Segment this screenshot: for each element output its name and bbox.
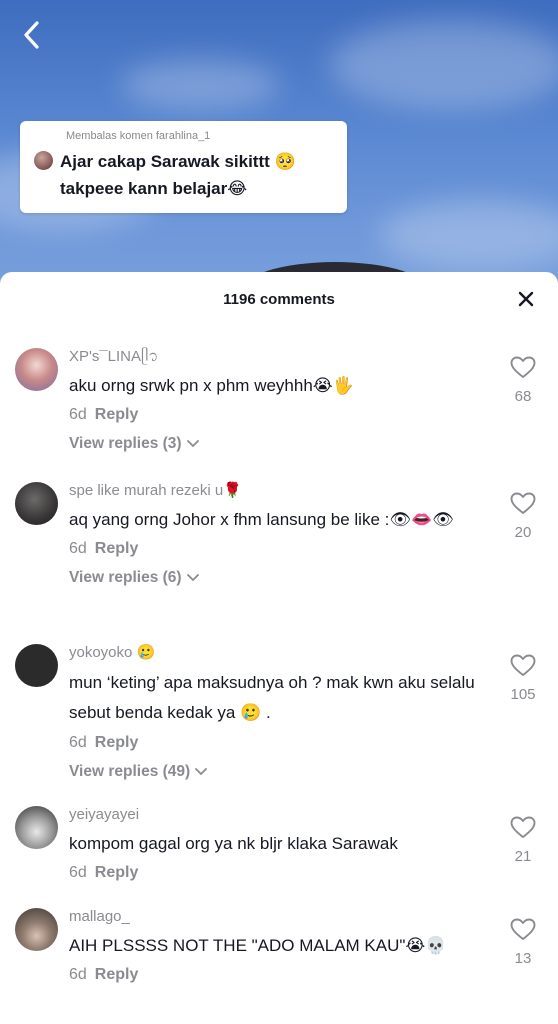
comment-text: aq yang orng Johor x fhm lansung be like… bbox=[69, 510, 454, 529]
avatar[interactable] bbox=[15, 482, 58, 525]
like-button[interactable]: 68 bbox=[506, 356, 540, 405]
reply-button[interactable]: Reply bbox=[95, 406, 139, 423]
avatar[interactable] bbox=[15, 348, 58, 391]
comments-header: 1196 comments bbox=[0, 272, 558, 326]
comment-username[interactable]: mallago_ bbox=[69, 906, 499, 928]
heart-outline-icon bbox=[510, 356, 536, 378]
comment-meta: 6d Reply bbox=[69, 730, 499, 756]
like-count: 68 bbox=[514, 388, 532, 405]
comment-time: 6d bbox=[69, 406, 87, 423]
reply-to-comment-card: Membalas komen farahlina_1 Ajar cakap Sa… bbox=[20, 121, 347, 213]
view-replies-label: View replies (6) bbox=[69, 569, 182, 586]
view-replies-button[interactable]: View replies (6) bbox=[69, 569, 199, 587]
heart-outline-icon bbox=[510, 654, 536, 676]
close-icon bbox=[518, 291, 534, 307]
avatar[interactable] bbox=[15, 908, 58, 951]
reply-button[interactable]: Reply bbox=[95, 540, 139, 557]
comment-time: 6d bbox=[69, 966, 87, 983]
comment-text: AIH PLSSSS NOT THE "ADO MALAM KAU"😭💀 bbox=[69, 936, 447, 955]
view-replies-label: View replies (49) bbox=[69, 763, 191, 780]
like-count: 20 bbox=[514, 524, 532, 541]
quoted-comment-line2: takpeee kann belajar😂 bbox=[60, 179, 248, 198]
view-replies-button[interactable]: View replies (49) bbox=[69, 763, 208, 781]
like-count: 13 bbox=[514, 950, 532, 967]
back-button[interactable] bbox=[14, 16, 48, 54]
chevron-down-icon bbox=[195, 768, 208, 776]
comment-meta: 6d Reply bbox=[69, 402, 499, 428]
view-replies-button[interactable]: View replies (3) bbox=[69, 435, 199, 453]
heart-outline-icon bbox=[510, 918, 536, 940]
heart-outline-icon bbox=[510, 492, 536, 514]
like-button[interactable]: 105 bbox=[506, 654, 540, 703]
reply-button[interactable]: Reply bbox=[95, 966, 139, 983]
comment-meta: 6d Reply bbox=[69, 962, 499, 988]
reply-button[interactable]: Reply bbox=[95, 734, 139, 751]
chevron-left-icon bbox=[24, 21, 39, 49]
avatar[interactable] bbox=[15, 806, 58, 849]
comment-text: kompom gagal org ya nk bljr klaka Sarawa… bbox=[69, 834, 398, 853]
chevron-down-icon bbox=[186, 440, 199, 448]
comment-text: aku orng srwk pn x phm weyhhh😭🖐 bbox=[69, 376, 354, 395]
comment-username[interactable]: XP's¯LINAᥫ᭡ bbox=[69, 346, 499, 368]
comment-meta: 6d Reply bbox=[69, 536, 499, 562]
avatar bbox=[34, 151, 53, 170]
like-button[interactable]: 20 bbox=[506, 492, 540, 541]
comments-count-title: 1196 comments bbox=[223, 290, 335, 308]
comment-meta: 6d Reply bbox=[69, 860, 499, 886]
comments-sheet: 1196 comments XP's¯LINAᥫ᭡ aku orng srwk … bbox=[0, 272, 558, 1024]
like-count: 105 bbox=[510, 686, 536, 703]
like-button[interactable]: 13 bbox=[506, 918, 540, 967]
avatar[interactable] bbox=[15, 644, 58, 687]
reply-to-label: Membalas komen farahlina_1 bbox=[66, 130, 211, 142]
close-button[interactable] bbox=[514, 287, 538, 311]
comment-time: 6d bbox=[69, 734, 87, 751]
comment-text: mun ‘keting’ apa maksudnya oh ? mak kwn … bbox=[69, 673, 475, 722]
heart-outline-icon bbox=[510, 816, 536, 838]
like-button[interactable]: 21 bbox=[506, 816, 540, 865]
like-count: 21 bbox=[514, 848, 532, 865]
reply-button[interactable]: Reply bbox=[95, 864, 139, 881]
comment-username[interactable]: spe like murah rezeki u🌹 bbox=[69, 480, 499, 502]
view-replies-label: View replies (3) bbox=[69, 435, 182, 452]
chevron-down-icon bbox=[186, 574, 199, 582]
comment-username[interactable]: yokoyoko 🥲 bbox=[69, 642, 499, 664]
quoted-comment-line1: Ajar cakap Sarawak sikittt 🥺 bbox=[60, 152, 296, 171]
comment-time: 6d bbox=[69, 540, 87, 557]
comment-time: 6d bbox=[69, 864, 87, 881]
comment-username[interactable]: yeiyayayei bbox=[69, 804, 499, 826]
